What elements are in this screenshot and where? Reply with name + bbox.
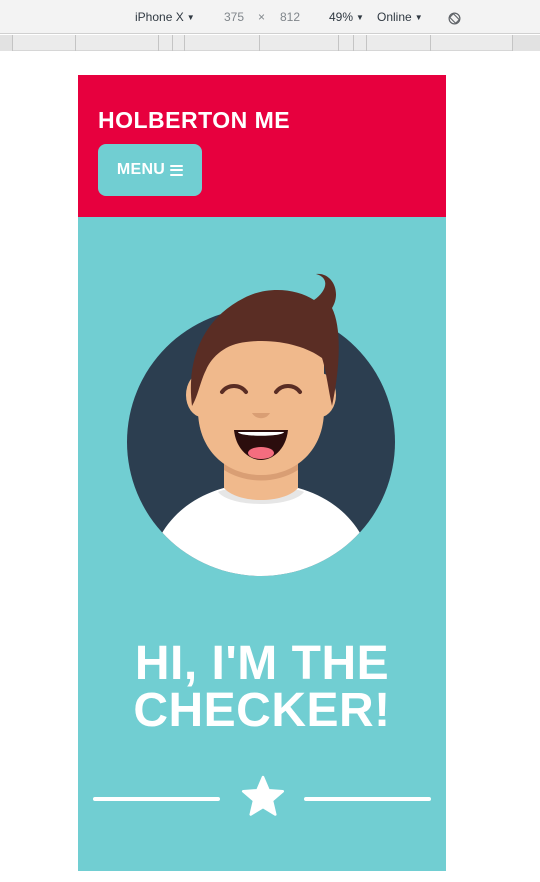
- star-divider: [78, 775, 446, 821]
- zoom-select[interactable]: 49% ▼: [329, 10, 364, 25]
- dimension-separator: ×: [258, 10, 266, 24]
- site-header: HOLBERTON ME MENU: [78, 75, 446, 217]
- media-query-ruler[interactable]: [0, 35, 540, 51]
- devtools-toolbar: iPhone X ▼ 375 × 812 49% ▼ Online ▼: [0, 0, 540, 34]
- star-icon: [241, 775, 285, 816]
- divider-line-right: [304, 797, 431, 801]
- width-field[interactable]: 375: [224, 10, 244, 24]
- chevron-down-icon: ▼: [356, 13, 364, 22]
- device-name: iPhone X: [135, 10, 184, 24]
- avatar-illustration: [127, 273, 395, 576]
- hamburger-icon: [170, 164, 184, 176]
- network-value: Online: [377, 10, 412, 24]
- divider-line-left: [93, 797, 220, 801]
- network-throttle-select[interactable]: Online ▼: [377, 10, 423, 25]
- device-select[interactable]: iPhone X ▼: [135, 10, 195, 25]
- headline-line-2: CHECKER!: [133, 684, 391, 737]
- page-headline: HI, I'M THE CHECKER!: [78, 637, 446, 737]
- menu-button[interactable]: MENU: [98, 144, 202, 196]
- site-brand[interactable]: HOLBERTON ME: [98, 107, 290, 134]
- chevron-down-icon: ▼: [414, 13, 423, 22]
- zoom-value: 49%: [329, 10, 354, 24]
- device-viewport: HOLBERTON ME MENU HI, I'M THE CHECKER!: [78, 75, 446, 871]
- rotate-icon[interactable]: [448, 12, 461, 25]
- chevron-down-icon: ▼: [186, 13, 195, 22]
- headline-line-1: HI, I'M THE: [134, 637, 390, 690]
- height-field[interactable]: 812: [280, 10, 300, 24]
- menu-label: MENU: [116, 161, 166, 178]
